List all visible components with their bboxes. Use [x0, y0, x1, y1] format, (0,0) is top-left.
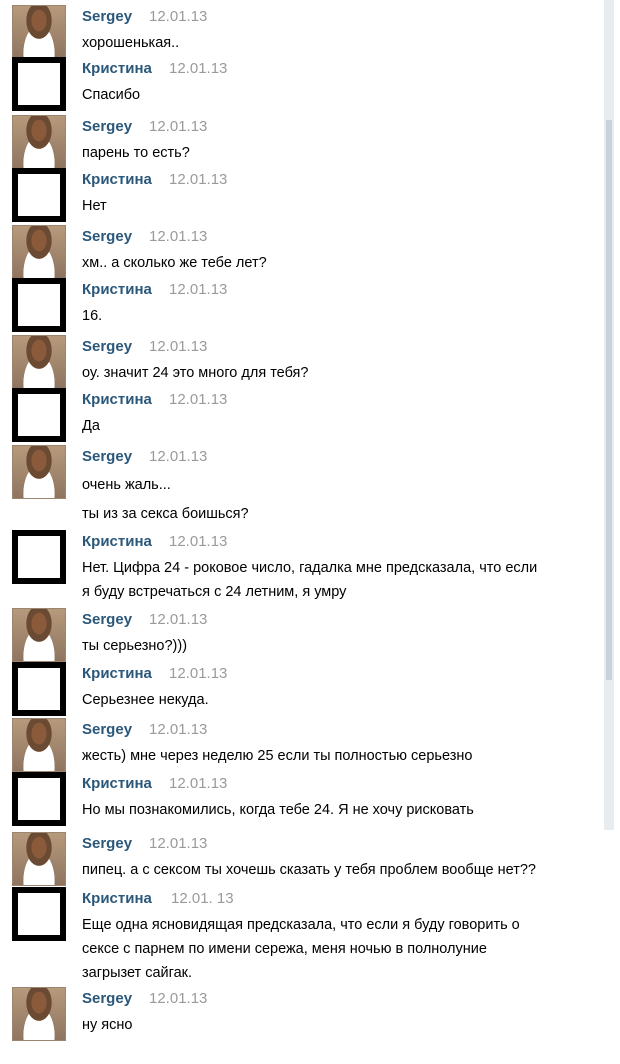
- avatar-kristina[interactable]: [12, 168, 66, 222]
- author-name[interactable]: Кристина: [82, 60, 152, 77]
- avatar-kristina[interactable]: [12, 887, 66, 941]
- message-text: Нет: [82, 194, 602, 218]
- message-date: 12.01.13: [169, 281, 228, 298]
- message-date: 12.01.13: [169, 391, 228, 408]
- message-date: 12.01.13: [149, 338, 208, 355]
- message-text: 16.: [82, 304, 602, 328]
- message-text: Спасибо: [82, 83, 602, 107]
- author-name[interactable]: Sergey: [82, 611, 132, 628]
- avatar-kristina[interactable]: [12, 530, 66, 584]
- author-name[interactable]: Sergey: [82, 228, 132, 245]
- message-line: Серьезнее некуда.: [82, 692, 209, 708]
- message-line: ты серьезно?))): [82, 638, 188, 654]
- author-name[interactable]: Sergey: [82, 721, 132, 738]
- author-name[interactable]: Кристина: [82, 533, 152, 550]
- message-line: оу. значит 24 это много для тебя?: [82, 365, 309, 381]
- avatar-sergey[interactable]: [12, 832, 66, 886]
- message-line: хорошенькая..: [82, 35, 180, 51]
- author-name[interactable]: Кристина: [82, 665, 152, 682]
- message-text: хм.. а сколько же тебе лет?: [82, 251, 602, 275]
- message-line: Но мы познакомились, когда тебе 24. Я не…: [82, 802, 474, 818]
- avatar-sergey[interactable]: [12, 445, 66, 499]
- message-feed: Sergey 12.01.13 хорошенькая.. Кристина 1…: [0, 0, 620, 1064]
- avatar-kristina[interactable]: [12, 388, 66, 442]
- message-text: Еще одна ясновидящая предсказала, что ес…: [82, 913, 602, 985]
- author-name[interactable]: Sergey: [82, 8, 132, 25]
- avatar-sergey[interactable]: [12, 987, 66, 1041]
- scrollbar-thumb[interactable]: [606, 120, 612, 680]
- author-name[interactable]: Кристина: [82, 391, 152, 408]
- message-text: оу. значит 24 это много для тебя?: [82, 361, 602, 385]
- author-name[interactable]: Кристина: [82, 890, 152, 907]
- message-text: жесть) мне через неделю 25 если ты полно…: [82, 744, 602, 768]
- message-text: парень то есть?: [82, 141, 602, 165]
- message-line: Нет: [82, 198, 107, 214]
- avatar-sergey[interactable]: [12, 335, 66, 389]
- message-date: 12.01.13: [169, 775, 228, 792]
- message-text: Нет. Цифра 24 - роковое число, гадалка м…: [82, 556, 602, 604]
- message-line: ну ясно: [82, 1017, 133, 1033]
- message-date: 12.01.13: [169, 171, 228, 188]
- avatar-sergey[interactable]: [12, 5, 66, 59]
- author-name[interactable]: Sergey: [82, 118, 132, 135]
- message-text: пипец. а с сексом ты хочешь сказать у те…: [82, 858, 602, 882]
- message-text: очень жаль... ты из за секса боишься?: [82, 471, 602, 529]
- message-text: Но мы познакомились, когда тебе 24. Я не…: [82, 798, 602, 822]
- avatar-sergey[interactable]: [12, 718, 66, 772]
- message-line: Да: [82, 418, 100, 434]
- avatar-sergey[interactable]: [12, 225, 66, 279]
- author-name[interactable]: Sergey: [82, 448, 132, 465]
- avatar-kristina[interactable]: [12, 662, 66, 716]
- message-line: 16.: [82, 308, 103, 324]
- message-date: 12.01.13: [149, 611, 208, 628]
- message-line: ты из за секса боишься?: [82, 506, 249, 522]
- author-name[interactable]: Кристина: [82, 171, 152, 188]
- message-date: 12.01.13: [149, 990, 208, 1007]
- avatar-kristina[interactable]: [12, 772, 66, 826]
- message-line: Спасибо: [82, 87, 141, 103]
- message-date: 12.01.13: [169, 665, 228, 682]
- author-name[interactable]: Sergey: [82, 338, 132, 355]
- message-text: ну ясно: [82, 1013, 602, 1037]
- message-line: хм.. а сколько же тебе лет?: [82, 255, 267, 271]
- message-text: Серьезнее некуда.: [82, 688, 602, 712]
- message-date: 12.01.13: [169, 533, 228, 550]
- message-line: Еще одна ясновидящая предсказала, что ес…: [82, 917, 520, 933]
- author-name[interactable]: Кристина: [82, 775, 152, 792]
- avatar-kristina[interactable]: [12, 57, 66, 111]
- author-name[interactable]: Sergey: [82, 990, 132, 1007]
- author-name[interactable]: Sergey: [82, 835, 132, 852]
- message-line: парень то есть?: [82, 145, 190, 161]
- message-date: 12.01.13: [169, 60, 228, 77]
- message-line: очень жаль...: [82, 477, 171, 493]
- avatar-sergey[interactable]: [12, 115, 66, 169]
- author-name[interactable]: Кристина: [82, 281, 152, 298]
- message-date: 12.01.13: [149, 721, 208, 738]
- message-line: я буду встречаться с 24 летним, я умру: [82, 584, 347, 600]
- message-text: хорошенькая..: [82, 31, 602, 55]
- message-date: 12.01.13: [149, 228, 208, 245]
- message-line: пипец. а с сексом ты хочешь сказать у те…: [82, 862, 536, 878]
- message-date: 12.01.13: [149, 448, 208, 465]
- message-date: 12.01.13: [149, 118, 208, 135]
- message-line: Нет. Цифра 24 - роковое число, гадалка м…: [82, 560, 538, 576]
- message-line: загрызет сайгак.: [82, 965, 193, 981]
- message-text: ты серьезно?))): [82, 634, 602, 658]
- message-line: сексе с парнем по имени сережа, меня ноч…: [82, 941, 487, 957]
- message-line: жесть) мне через неделю 25 если ты полно…: [82, 748, 473, 764]
- message-date: 12.01.13: [149, 8, 208, 25]
- message-text: Да: [82, 414, 602, 438]
- avatar-kristina[interactable]: [12, 278, 66, 332]
- message-date: 12.01.13: [149, 835, 208, 852]
- message-date: 12.01. 13: [171, 890, 234, 907]
- avatar-sergey[interactable]: [12, 608, 66, 662]
